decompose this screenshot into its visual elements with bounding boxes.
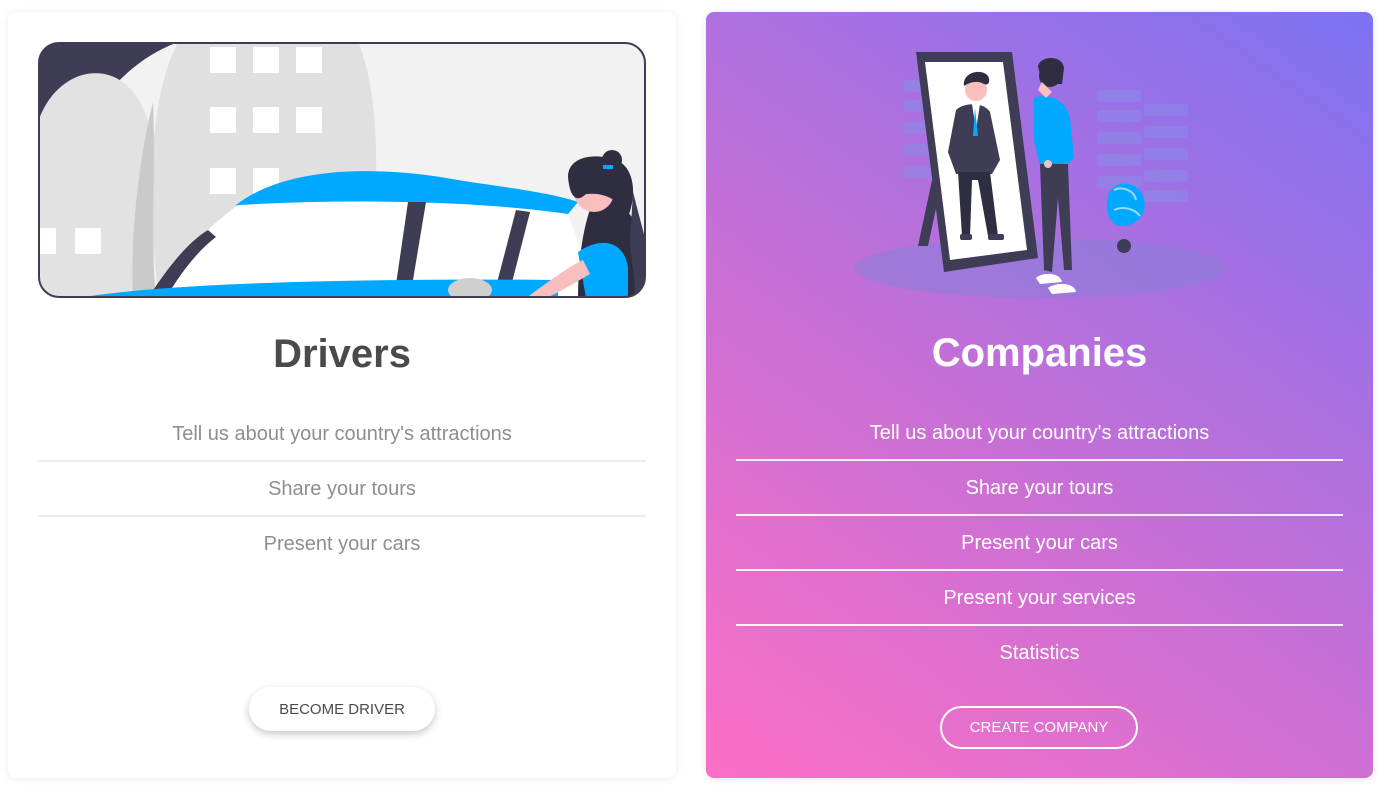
list-item: Statistics (999, 642, 1080, 664)
list-item: Tell us about your country's attractions (38, 407, 646, 462)
list-item: Share your tours (38, 462, 646, 517)
companies-feature-list: Tell us about your country's attractions… (736, 406, 1343, 679)
man-looking-in-mirror-illustration (854, 52, 1226, 298)
drivers-card: Drivers Tell us about your country's att… (8, 12, 676, 778)
list-item: Present your cars (263, 533, 421, 555)
woman-driving-car-illustration (38, 42, 646, 298)
drivers-feature-list: Tell us about your country's attractions… (38, 407, 646, 570)
list-item: Share your tours (736, 461, 1343, 516)
companies-title: Companies (931, 331, 1148, 375)
list-item: Present your cars (736, 516, 1343, 571)
list-item: Present your services (736, 571, 1343, 626)
create-company-button[interactable]: CREATE COMPANY (940, 706, 1138, 749)
companies-card: Companies Tell us about your country's a… (706, 12, 1373, 778)
drivers-title: Drivers (273, 332, 411, 376)
list-item: Tell us about your country's attractions (736, 406, 1343, 461)
become-driver-button[interactable]: BECOME DRIVER (249, 687, 435, 731)
pricing-page: Drivers Tell us about your country's att… (0, 0, 1387, 801)
